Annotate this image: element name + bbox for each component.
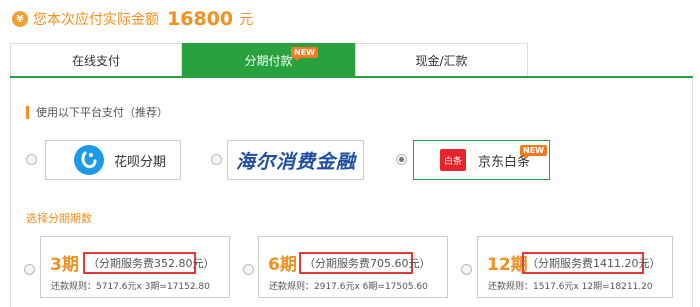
tab-label: 分期付款 xyxy=(244,54,293,68)
platform-jd-baitiao[interactable]: 白条 京东白条 NEW xyxy=(413,140,550,180)
platform-huabei[interactable]: 花呗分期 xyxy=(45,140,181,180)
radio-plan-6[interactable] xyxy=(243,264,254,275)
platform-section-title: 使用以下平台支付（推荐） xyxy=(26,104,168,120)
radio-jd-baitiao[interactable] xyxy=(396,154,407,165)
tab-installment[interactable]: 分期付款 NEW xyxy=(182,43,355,77)
new-badge: NEW xyxy=(291,47,318,61)
plan-rule: 还款规则：1517.6元x 12期=18211.20 xyxy=(488,282,653,292)
haier-consumer-finance-logo: 海尔消费金融 xyxy=(236,147,356,174)
platform-label: 海尔消费金融 xyxy=(236,150,357,173)
installment-section-title: 选择分期期数 xyxy=(26,212,92,225)
plan-service-fee: （分期服务费705.60元） xyxy=(299,252,431,274)
tab-label: 现金/汇款 xyxy=(415,54,468,68)
radio-huabei[interactable] xyxy=(26,154,37,165)
radio-plan-12[interactable] xyxy=(461,264,472,275)
plan-3-months[interactable]: 3期 （分期服务费352.80元） 还款规则：5717.6元x 3期=17152… xyxy=(40,236,230,298)
huabei-logo-icon xyxy=(74,145,104,175)
amount-label: 您本次应付实际金额 xyxy=(33,12,159,28)
jd-baitiao-logo-icon: 白条 xyxy=(440,149,466,171)
plan-12-months[interactable]: 12期 （分期服务费1411.20元） 还款规则：1517.6元x 12期=18… xyxy=(477,236,673,298)
radio-plan-3[interactable] xyxy=(24,264,35,275)
amount-value: 16800 xyxy=(167,8,234,30)
amount-unit: 元 xyxy=(239,12,254,28)
radio-haier[interactable] xyxy=(211,154,222,165)
plan-rule: 还款规则：5717.6元x 3期=17152.80 xyxy=(51,282,210,292)
section-marker xyxy=(26,105,29,119)
plan-period: 3期 xyxy=(50,255,79,275)
payment-summary: ¥ 您本次应付实际金额 16800 元 xyxy=(12,6,253,32)
tab-label: 在线支付 xyxy=(71,54,120,68)
yen-icon: ¥ xyxy=(12,11,28,27)
plan-rule: 还款规则：2917.6元x 6期=17505.60 xyxy=(269,282,428,292)
tab-cash-transfer[interactable]: 现金/汇款 xyxy=(355,43,528,77)
plan-service-fee: （分期服务费352.80元） xyxy=(83,252,215,274)
platform-haier[interactable]: 海尔消费金融 xyxy=(227,140,364,180)
new-badge: NEW xyxy=(520,145,547,159)
plan-service-fee: （分期服务费1411.20元） xyxy=(522,252,661,274)
platform-label: 花呗分期 xyxy=(114,154,167,170)
tab-online-payment[interactable]: 在线支付 xyxy=(10,43,182,77)
section-title-text: 使用以下平台支付（推荐） xyxy=(36,106,168,119)
payment-method-tabs: 在线支付 分期付款 NEW 现金/汇款 xyxy=(10,43,693,77)
plan-6-months[interactable]: 6期 （分期服务费705.60元） 还款规则：2917.6元x 6期=17505… xyxy=(258,236,448,298)
plan-period: 6期 xyxy=(268,255,297,275)
